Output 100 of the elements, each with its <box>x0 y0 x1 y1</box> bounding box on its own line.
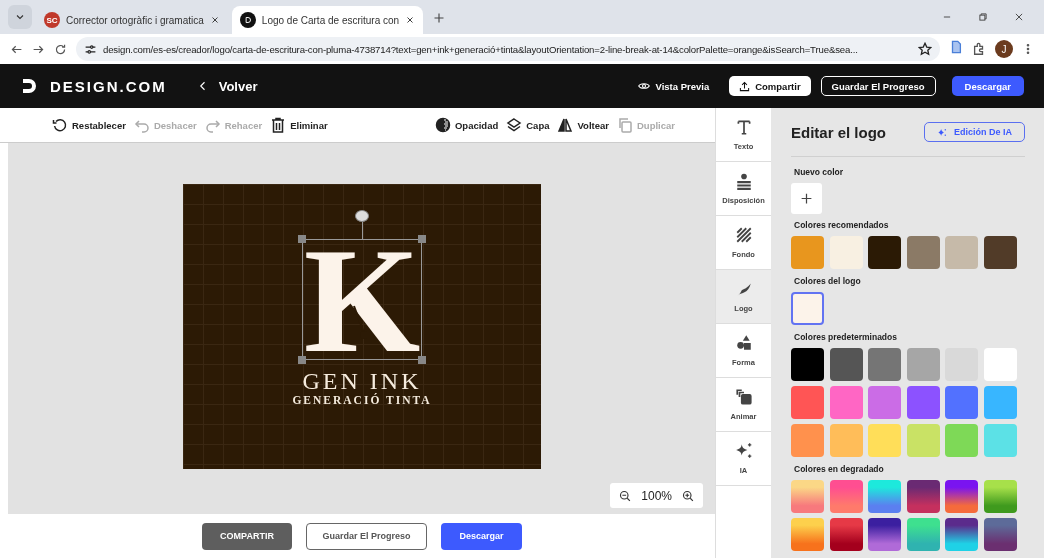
zoom-in-icon <box>682 489 694 502</box>
color-swatch[interactable] <box>945 424 978 457</box>
gradient-swatch[interactable] <box>983 480 1017 513</box>
color-swatch[interactable] <box>906 348 940 381</box>
close-icon <box>209 15 220 25</box>
resize-handle[interactable] <box>298 356 306 364</box>
zoom-level: 100% <box>641 488 672 503</box>
redo-icon <box>204 117 221 133</box>
tab-list-button[interactable] <box>8 5 32 29</box>
share-button[interactable]: COMPARTIR <box>202 522 292 550</box>
flip-icon <box>557 117 574 133</box>
gradient-swatch[interactable] <box>945 518 978 551</box>
gradient-swatch[interactable] <box>829 518 863 551</box>
upload-icon <box>739 80 751 92</box>
section-label: Colores predeterminados <box>794 332 898 342</box>
resize-handle[interactable] <box>298 235 306 243</box>
toolbar-button[interactable]: Eliminar <box>268 117 330 133</box>
color-swatch[interactable] <box>906 236 940 269</box>
color-swatch[interactable] <box>791 348 824 381</box>
favicon-icon: SC <box>44 12 60 28</box>
download-button[interactable]: Descargar <box>951 76 1024 96</box>
color-swatch[interactable] <box>868 386 901 419</box>
download-button[interactable]: Descargar <box>441 522 522 550</box>
gradient-swatch[interactable] <box>983 518 1017 551</box>
toolbar-button[interactable]: Capa <box>504 117 552 133</box>
sparkle-icon <box>937 126 948 138</box>
plus-icon <box>800 192 813 205</box>
color-swatch[interactable] <box>791 386 824 419</box>
zoom-out-icon <box>619 489 632 502</box>
color-swatch[interactable] <box>868 348 901 381</box>
gradient-swatch[interactable] <box>906 480 940 513</box>
hatch-icon <box>734 226 753 244</box>
gradient-swatch[interactable] <box>906 518 940 551</box>
document-icon <box>949 40 963 54</box>
share-button[interactable]: Compartir <box>729 76 811 96</box>
rotate-handle[interactable] <box>355 210 369 222</box>
star-icon <box>918 42 932 56</box>
eye-icon <box>638 80 651 92</box>
site-settings-icon <box>84 42 97 56</box>
color-swatch[interactable] <box>983 348 1017 381</box>
logo-name[interactable]: GEN INK <box>302 368 422 394</box>
stack-icon <box>734 388 753 406</box>
toolbar-button[interactable]: Restablecer <box>50 117 128 133</box>
trash-icon <box>270 117 287 133</box>
duplicate-icon <box>617 117 633 133</box>
resize-handle[interactable] <box>418 235 426 243</box>
toolbar-button[interactable]: Voltear <box>555 117 611 133</box>
color-swatch[interactable] <box>906 424 940 457</box>
restore-icon <box>978 12 988 22</box>
add-color-button[interactable] <box>791 183 822 214</box>
gradient-swatch[interactable] <box>829 480 863 513</box>
gradient-swatch[interactable] <box>791 480 824 513</box>
back-link[interactable]: Volver <box>190 77 264 95</box>
color-swatch[interactable] <box>791 424 824 457</box>
section-label: Colores recomendados <box>794 220 890 230</box>
logo-monogram[interactable]: K <box>303 240 421 359</box>
gradient-swatch[interactable] <box>868 480 901 513</box>
color-swatch[interactable] <box>791 236 824 269</box>
color-swatch[interactable] <box>906 386 940 419</box>
section-label: Colores del logo <box>794 276 862 286</box>
zoom-in-button[interactable] <box>682 489 694 502</box>
logo-tagline[interactable]: GENERACIÓ TINTA <box>292 394 432 406</box>
gradient-swatch[interactable] <box>945 480 978 513</box>
browser-tab[interactable]: SC Corrector ortogràfic i gramatica <box>36 6 228 34</box>
save-progress-button[interactable]: Guardar El Progreso <box>820 76 936 96</box>
extensions-icon <box>972 42 986 56</box>
gradient-swatch[interactable] <box>868 518 901 551</box>
section-label: Nuevo color <box>794 167 845 177</box>
color-swatch[interactable] <box>791 292 824 325</box>
close-icon <box>405 15 416 25</box>
zoom-out-button[interactable] <box>619 489 632 502</box>
color-swatch[interactable] <box>983 386 1017 419</box>
toolbar-button[interactable]: Opacidad <box>432 117 501 133</box>
color-swatch[interactable] <box>945 386 978 419</box>
resize-handle[interactable] <box>418 356 426 364</box>
browser-tab[interactable]: Logo de Carta de escritura con <box>231 6 424 34</box>
preview-button[interactable]: Vista Previa <box>628 76 720 96</box>
color-swatch[interactable] <box>868 236 901 269</box>
color-swatch[interactable] <box>945 236 978 269</box>
sparkle-icon <box>734 442 753 460</box>
profile-avatar[interactable]: J <box>995 40 1013 58</box>
opacity-icon <box>434 117 451 133</box>
undo-icon <box>133 117 150 133</box>
layers-icon <box>506 117 523 133</box>
close-icon <box>1014 12 1024 22</box>
reload-icon <box>54 42 67 56</box>
brand-name: DESIGN.COM <box>50 77 167 95</box>
address-bar[interactable]: design.com/es-es/creador/logo/carta-de-escritura-con-pluma-4738714?text=gen+ink+generació+tinta&layoutOrientation=2-line-break-at-14&colorPalette=orange&isSearch=True&sea... <box>76 37 940 61</box>
save-progress-button[interactable]: Guardar El Progreso <box>306 522 427 550</box>
color-swatch[interactable] <box>829 386 863 419</box>
color-swatch[interactable] <box>983 424 1017 457</box>
ai-edit-button[interactable]: Edición De IA <box>924 122 1025 142</box>
color-swatch[interactable] <box>868 424 901 457</box>
color-swatch[interactable] <box>983 236 1017 269</box>
shapes-icon <box>734 334 753 352</box>
gradient-swatch[interactable] <box>791 518 824 551</box>
section-label: Colores en degradado <box>794 464 885 474</box>
color-swatch[interactable] <box>829 424 863 457</box>
reset-icon <box>52 117 68 133</box>
color-swatch[interactable] <box>829 348 863 381</box>
